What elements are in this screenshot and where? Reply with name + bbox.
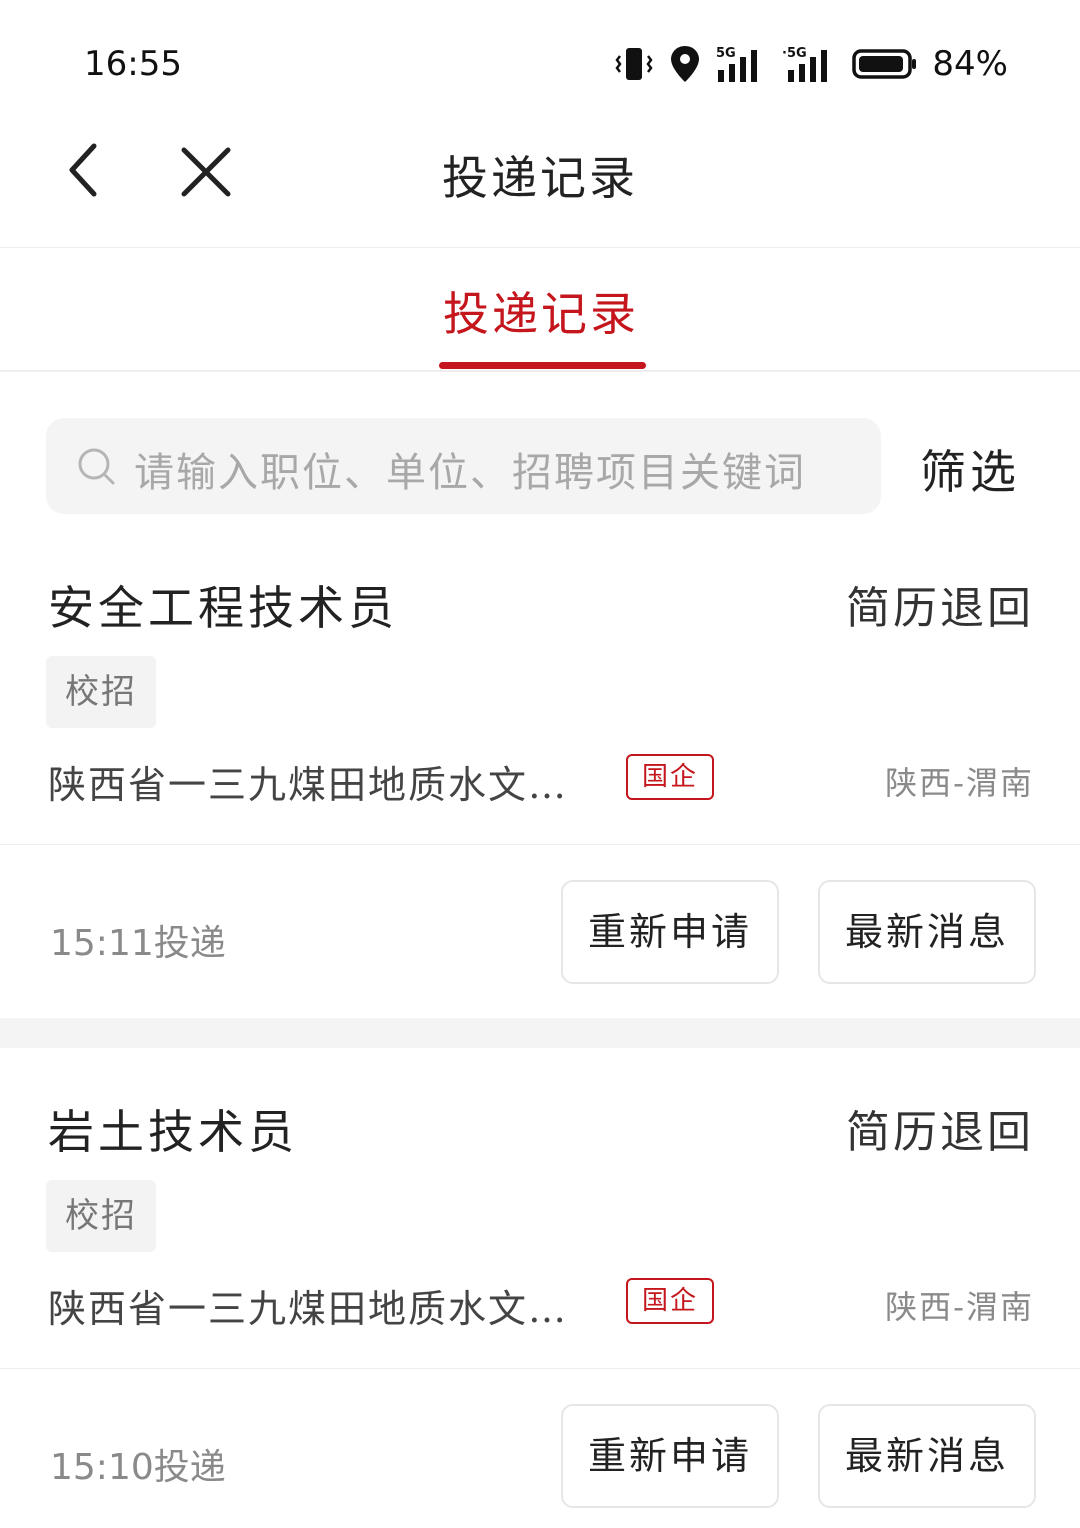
search-placeholder: 请输入职位、单位、招聘项目关键词 [134,450,806,496]
reapply-button[interactable]: 重新申请 [561,880,779,984]
job-title: 岩土技术员 [48,1105,298,1159]
status-time: 16:55 [84,44,182,84]
status-bar: 16:55 5G ·5G 84% [0,0,1080,120]
tab-delivery-records[interactable]: 投递记录 [436,278,646,344]
delivery-time-value: 15:10 [50,1447,154,1488]
battery-percent: 84% [932,44,1008,84]
search-icon [78,448,115,485]
application-status: 简历退回 [846,1107,1034,1158]
delivery-time-suffix: 投递 [153,1447,226,1488]
company-name: 陕西省一三九煤田地质水文… [48,1287,569,1331]
filter-button[interactable]: 筛选 [920,436,1020,502]
company-name: 陕西省一三九煤田地质水文… [48,763,569,807]
nav-bar: 投递记录 [0,120,1080,248]
delivery-record-card[interactable]: 安全工程技术员 简历退回 校招 陕西省一三九煤田地质水文… 国企 陕西-渭南 1… [0,554,1080,1018]
status-icons: 5G ·5G 84% [614,42,1008,86]
signal-5g-icon: 5G [716,46,758,82]
delivery-time: 15:10投递 [50,1438,226,1490]
latest-news-button[interactable]: 最新消息 [818,880,1036,984]
vibrate-icon [615,48,653,80]
divider [0,844,1080,845]
battery-icon [852,49,917,79]
section-gap [0,1018,1080,1048]
job-location: 陕西-渭南 [885,764,1034,802]
company-type-badge: 国企 [626,1278,714,1324]
svg-text:5G: 5G [716,46,736,61]
tab-bar: 投递记录 [0,248,1080,372]
job-title: 安全工程技术员 [48,581,398,635]
divider [0,1368,1080,1369]
search-input[interactable]: 请输入职位、单位、招聘项目关键词 [46,418,881,514]
delivery-record-card[interactable]: 岩土技术员 简历退回 校招 陕西省一三九煤田地质水文… 国企 陕西-渭南 15:… [0,1078,1080,1528]
recruit-type-tag: 校招 [46,656,156,728]
application-status: 简历退回 [846,583,1034,634]
recruit-type-tag: 校招 [46,1180,156,1252]
delivery-time-suffix: 投递 [153,923,226,964]
latest-news-button[interactable]: 最新消息 [818,1404,1036,1508]
page-title: 投递记录 [442,151,638,205]
delivery-time: 15:11投递 [50,914,226,966]
company-type-badge: 国企 [626,754,714,800]
reapply-button[interactable]: 重新申请 [561,1404,779,1508]
delivery-time-value: 15:11 [50,923,154,964]
location-icon [671,46,700,82]
tab-active-indicator [439,362,646,369]
svg-text:·5G: ·5G [782,46,807,61]
signal-5g-secondary-icon: ·5G [782,46,828,82]
job-location: 陕西-渭南 [885,1288,1034,1326]
